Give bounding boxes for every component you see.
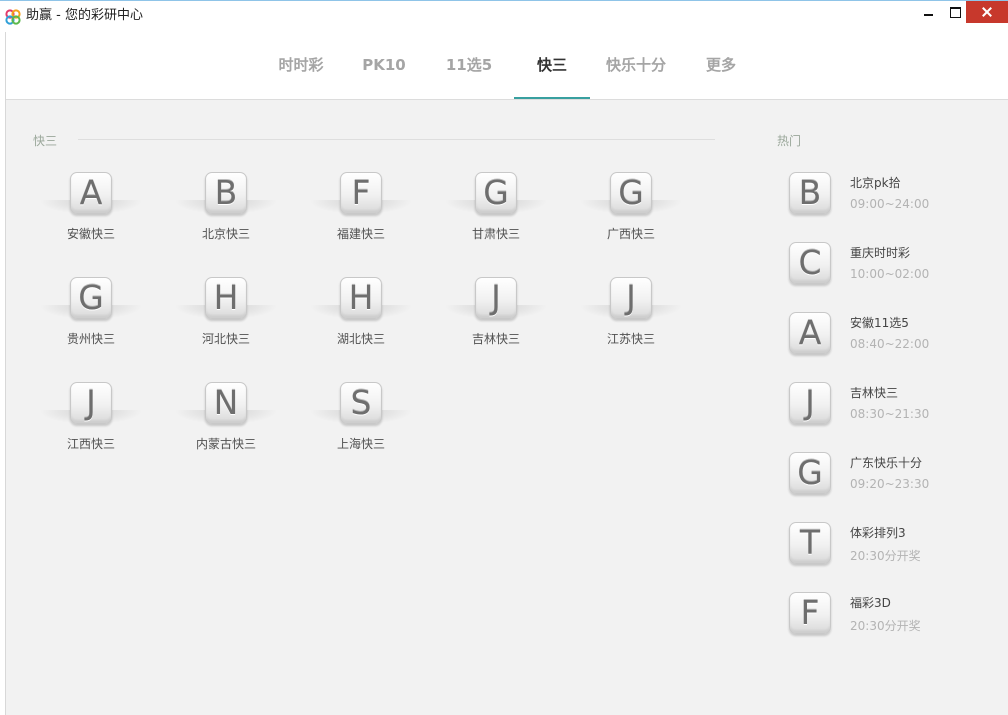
- tab-kuaisan[interactable]: 快三: [514, 32, 590, 99]
- tile-label: 北京快三: [201, 227, 250, 241]
- letter-key-icon: A: [70, 172, 112, 214]
- tile-label: 河北快三: [201, 332, 250, 346]
- tile-anhui-k3[interactable]: A 安徽快三: [36, 172, 146, 252]
- letter-key-icon: B: [789, 172, 831, 214]
- hot-item-chongqing-ssc[interactable]: C 重庆时时彩 10:00~02:00: [789, 242, 989, 292]
- hot-item-time: 20:30分开奖: [850, 549, 921, 563]
- hot-item-name: 体彩排列3: [850, 526, 906, 540]
- tile-beijing-k3[interactable]: B 北京快三: [171, 172, 281, 252]
- letter-key-icon: T: [789, 522, 831, 564]
- hot-item-name: 福彩3D: [850, 596, 891, 610]
- tile-guizhou-k3[interactable]: G 贵州快三: [36, 277, 146, 357]
- tile-guangxi-k3[interactable]: G 广西快三: [576, 172, 686, 252]
- hot-item-beijing-pk10[interactable]: B 北京pk拾 09:00~24:00: [789, 172, 989, 222]
- maximize-icon[interactable]: [944, 1, 966, 23]
- hot-item-name: 重庆时时彩: [850, 246, 911, 260]
- hot-item-time: 09:00~24:00: [850, 197, 930, 211]
- tile-label: 贵州快三: [66, 332, 115, 346]
- letter-key-icon: J: [475, 277, 517, 319]
- letter-key-icon: J: [70, 382, 112, 424]
- tile-label: 广西快三: [606, 227, 655, 241]
- hot-title: 热门: [777, 134, 802, 148]
- tile-label: 安徽快三: [66, 227, 115, 241]
- section-title: 快三: [33, 134, 58, 148]
- hot-item-name: 吉林快三: [850, 386, 899, 400]
- letter-key-icon: S: [340, 382, 382, 424]
- tile-gansu-k3[interactable]: G 甘肃快三: [441, 172, 551, 252]
- tile-label: 甘肃快三: [471, 227, 520, 241]
- letter-key-icon: G: [475, 172, 517, 214]
- tab-pk10[interactable]: PK10: [354, 32, 414, 99]
- hot-item-time: 09:20~23:30: [850, 477, 930, 491]
- letter-key-icon: F: [340, 172, 382, 214]
- tile-label: 吉林快三: [471, 332, 520, 346]
- hot-item-ticai-pl3[interactable]: T 体彩排列3 20:30分开奖: [789, 522, 989, 572]
- app-logo-icon: [5, 9, 21, 25]
- tile-neimenggu-k3[interactable]: N 内蒙古快三: [171, 382, 281, 462]
- hot-item-time: 08:40~22:00: [850, 337, 930, 351]
- hot-item-time: 10:00~02:00: [850, 267, 930, 281]
- app-frame: 时时彩 PK10 11选5 快三 快乐十分 更多 快三 A 安徽快三 B 北京快…: [5, 32, 1008, 715]
- hot-item-anhui-11x5[interactable]: A 安徽11选5 08:40~22:00: [789, 312, 989, 362]
- letter-key-icon: B: [205, 172, 247, 214]
- tab-more[interactable]: 更多: [694, 32, 748, 99]
- letter-key-icon: C: [789, 242, 831, 284]
- hot-item-fucai-3d[interactable]: F 福彩3D 20:30分开奖: [789, 592, 989, 642]
- hot-item-guangdong-klsf[interactable]: G 广东快乐十分 09:20~23:30: [789, 452, 989, 502]
- letter-key-icon: A: [789, 312, 831, 354]
- minimize-icon[interactable]: [918, 1, 940, 23]
- hot-item-name: 安徽11选5: [850, 316, 909, 330]
- tile-jilin-k3[interactable]: J 吉林快三: [441, 277, 551, 357]
- close-icon[interactable]: [966, 1, 1008, 23]
- tile-shanghai-k3[interactable]: S 上海快三: [306, 382, 416, 462]
- letter-key-icon: G: [70, 277, 112, 319]
- tile-fujian-k3[interactable]: F 福建快三: [306, 172, 416, 252]
- tab-11x5[interactable]: 11选5: [434, 32, 504, 99]
- title-bar: 助赢 - 您的彩研中心: [0, 0, 1008, 32]
- tile-label: 江西快三: [66, 437, 115, 451]
- tile-hebei-k3[interactable]: H 河北快三: [171, 277, 281, 357]
- letter-key-icon: G: [789, 452, 831, 494]
- hot-item-time: 20:30分开奖: [850, 619, 921, 633]
- letter-key-icon: G: [610, 172, 652, 214]
- tile-label: 上海快三: [336, 437, 385, 451]
- tab-shishicai[interactable]: 时时彩: [264, 32, 338, 99]
- tile-label: 内蒙古快三: [195, 437, 256, 451]
- nav-bar: 时时彩 PK10 11选5 快三 快乐十分 更多: [6, 32, 1008, 100]
- hot-item-name: 北京pk拾: [850, 176, 901, 190]
- letter-key-icon: H: [340, 277, 382, 319]
- tile-jiangxi-k3[interactable]: J 江西快三: [36, 382, 146, 462]
- tile-label: 湖北快三: [336, 332, 385, 346]
- hot-item-name: 广东快乐十分: [850, 456, 923, 470]
- letter-key-icon: J: [610, 277, 652, 319]
- letter-key-icon: F: [789, 592, 831, 634]
- tile-hubei-k3[interactable]: H 湖北快三: [306, 277, 416, 357]
- hot-item-jilin-k3[interactable]: J 吉林快三 08:30~21:30: [789, 382, 989, 432]
- tab-kuaileshifen[interactable]: 快乐十分: [599, 32, 673, 99]
- letter-key-icon: J: [789, 382, 831, 424]
- letter-key-icon: H: [205, 277, 247, 319]
- section-divider: [78, 139, 715, 140]
- tile-label: 福建快三: [336, 227, 385, 241]
- window-title: 助赢 - 您的彩研中心: [26, 8, 143, 23]
- tile-label: 江苏快三: [606, 332, 655, 346]
- letter-key-icon: N: [205, 382, 247, 424]
- tile-jiangsu-k3[interactable]: J 江苏快三: [576, 277, 686, 357]
- hot-item-time: 08:30~21:30: [850, 407, 930, 421]
